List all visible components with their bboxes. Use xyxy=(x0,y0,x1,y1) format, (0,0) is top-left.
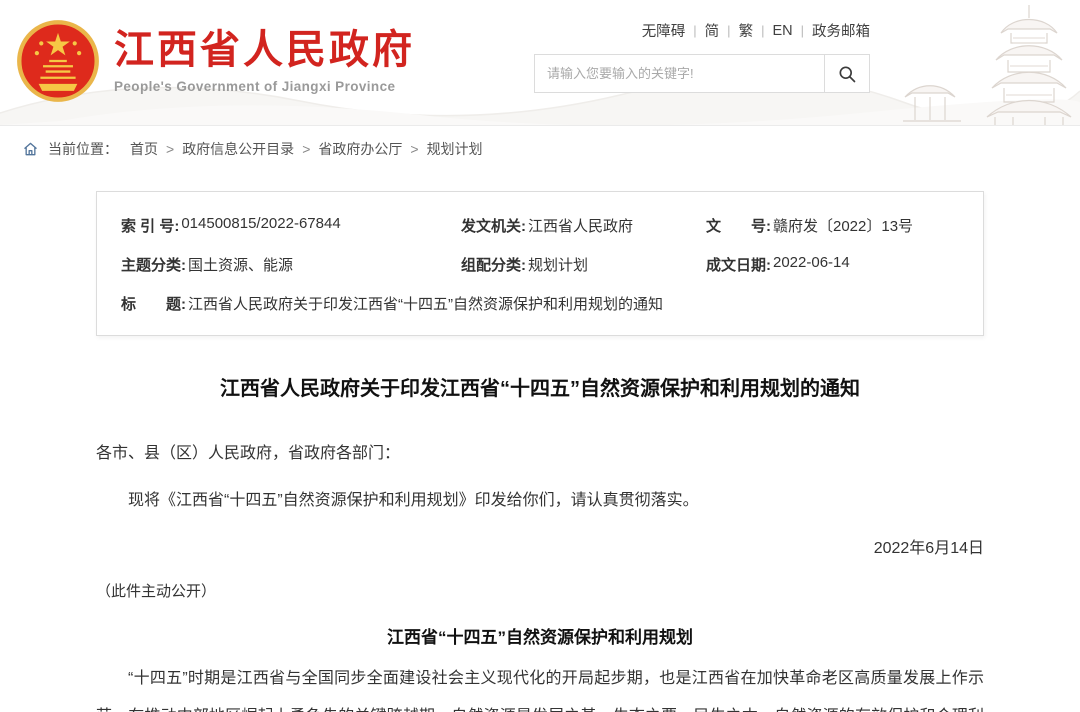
site-header: 江西省人民政府 People's Government of Jiangxi P… xyxy=(0,0,1080,126)
national-emblem-icon xyxy=(14,17,102,105)
site-logo[interactable]: 江西省人民政府 People's Government of Jiangxi P… xyxy=(14,17,415,105)
link-separator: | xyxy=(793,23,812,38)
document-body: 江西省人民政府关于印发江西省“十四五”自然资源保护和利用规划的通知 各市、县（区… xyxy=(96,374,984,712)
meta-row-2: 主题分类: 国土资源、能源 组配分类: 规划计划 成文日期: 2022-06-1… xyxy=(97,245,983,284)
search-bar xyxy=(534,54,870,93)
meta-issuer-value: 江西省人民政府 xyxy=(528,215,633,236)
home-icon[interactable] xyxy=(22,141,39,157)
meta-topic-label: 主题分类: xyxy=(121,254,186,275)
breadcrumb: 当前位置： 首页 > 政府信息公开目录 > 省政府办公厅 > 规划计划 xyxy=(0,126,1080,171)
plan-subtitle: 江西省“十四五”自然资源保护和利用规划 xyxy=(96,623,984,648)
link-simplified-chinese[interactable]: 简 xyxy=(705,20,720,41)
meta-row-3: 标 题: 江西省人民政府关于印发江西省“十四五”自然资源保护和利用规划的通知 xyxy=(97,284,983,323)
top-link-bar: 无障碍 | 简 | 繁 | EN | 政务邮箱 xyxy=(534,20,870,41)
document-date: 2022年6月14日 xyxy=(96,534,984,558)
breadcrumb-planning[interactable]: 规划计划 xyxy=(427,139,483,159)
meta-date-value: 2022-06-14 xyxy=(773,254,850,275)
meta-docnum-label: 文 号: xyxy=(706,215,771,236)
site-title-block: 江西省人民政府 People's Government of Jiangxi P… xyxy=(114,28,415,94)
meta-docnum-value: 赣府发〔2022〕13号 xyxy=(773,215,913,236)
meta-title: 标 题: 江西省人民政府关于印发江西省“十四五”自然资源保护和利用规划的通知 xyxy=(121,293,663,314)
breadcrumb-separator: > xyxy=(158,141,182,157)
document-salutation: 各市、县（区）人民政府，省政府各部门： xyxy=(96,440,984,467)
search-icon xyxy=(837,64,857,84)
breadcrumb-separator: > xyxy=(294,141,318,157)
document-disclosure-note: （此件主动公开） xyxy=(96,580,984,601)
meta-date-label: 成文日期: xyxy=(706,254,771,275)
link-separator: | xyxy=(719,23,738,38)
document-paragraph-1: 现将《江西省“十四五”自然资源保护和利用规划》印发给你们，请认真贯彻落实。 xyxy=(96,487,984,514)
meta-issue-date: 成文日期: 2022-06-14 xyxy=(706,254,973,275)
meta-row-1: 索 引 号: 014500815/2022-67844 发文机关: 江西省人民政… xyxy=(97,206,983,245)
meta-group-category: 组配分类: 规划计划 xyxy=(461,254,706,275)
meta-group-value: 规划计划 xyxy=(528,254,588,275)
site-title: 江西省人民政府 xyxy=(114,28,415,72)
search-input[interactable] xyxy=(535,55,824,92)
link-gov-mailbox[interactable]: 政务邮箱 xyxy=(812,20,870,41)
document-meta-table: 索 引 号: 014500815/2022-67844 发文机关: 江西省人民政… xyxy=(96,191,984,336)
meta-index-number: 索 引 号: 014500815/2022-67844 xyxy=(121,215,461,236)
site-subtitle: People's Government of Jiangxi Province xyxy=(114,79,415,94)
link-traditional-chinese[interactable]: 繁 xyxy=(739,20,754,41)
meta-topic-category: 主题分类: 国土资源、能源 xyxy=(121,254,461,275)
meta-index-value: 014500815/2022-67844 xyxy=(181,215,340,236)
link-separator: | xyxy=(685,23,704,38)
meta-index-label: 索 引 号: xyxy=(121,215,179,236)
breadcrumb-home[interactable]: 首页 xyxy=(130,139,158,159)
meta-title-label: 标 题: xyxy=(121,293,186,314)
header-utilities: 无障碍 | 简 | 繁 | EN | 政务邮箱 xyxy=(534,20,870,93)
document-title: 江西省人民政府关于印发江西省“十四五”自然资源保护和利用规划的通知 xyxy=(96,374,984,404)
meta-title-value: 江西省人民政府关于印发江西省“十四五”自然资源保护和利用规划的通知 xyxy=(188,293,663,314)
search-button[interactable] xyxy=(824,55,869,92)
link-separator: | xyxy=(753,23,772,38)
breadcrumb-label: 当前位置： xyxy=(48,139,118,159)
link-accessibility[interactable]: 无障碍 xyxy=(642,20,686,41)
document-paragraph-2: “十四五”时期是江西省与全国同步全面建设社会主义现代化的开局起步期，也是江西省在… xyxy=(96,660,984,712)
breadcrumb-general-office[interactable]: 省政府办公厅 xyxy=(318,139,402,159)
link-english[interactable]: EN xyxy=(772,23,792,39)
breadcrumb-separator: > xyxy=(402,141,426,157)
meta-issuer-label: 发文机关: xyxy=(461,215,526,236)
meta-issuing-agency: 发文机关: 江西省人民政府 xyxy=(461,215,706,236)
breadcrumb-info-directory[interactable]: 政府信息公开目录 xyxy=(182,139,294,159)
meta-document-number: 文 号: 赣府发〔2022〕13号 xyxy=(706,215,973,236)
meta-topic-value: 国土资源、能源 xyxy=(188,254,293,275)
pagoda-sketch xyxy=(845,0,1080,126)
meta-group-label: 组配分类: xyxy=(461,254,526,275)
main-content: 索 引 号: 014500815/2022-67844 发文机关: 江西省人民政… xyxy=(96,191,984,712)
